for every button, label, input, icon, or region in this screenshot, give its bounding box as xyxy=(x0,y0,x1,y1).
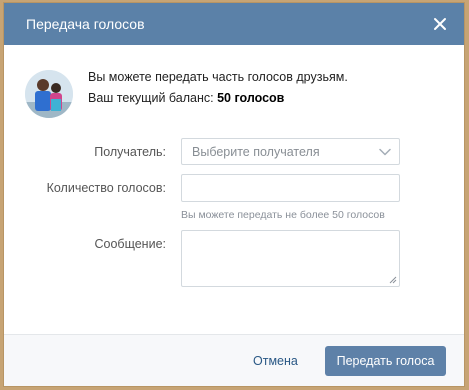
recipient-select[interactable]: Выберите получателя xyxy=(181,138,400,165)
close-icon xyxy=(434,18,446,30)
dialog-footer: Отмена Передать голоса xyxy=(4,334,464,386)
count-hint: Вы можете передать не более 50 голосов xyxy=(181,209,385,221)
chevron-down-icon xyxy=(379,148,391,156)
balance-value: 50 голосов xyxy=(217,91,285,105)
cancel-button[interactable]: Отмена xyxy=(253,354,298,368)
resize-grip-icon[interactable] xyxy=(389,276,397,284)
dialog-header: Передача голосов xyxy=(4,3,464,45)
user-avatar xyxy=(25,70,73,118)
message-textarea[interactable] xyxy=(181,230,400,287)
recipient-label: Получатель: xyxy=(94,145,166,159)
message-label: Сообщение: xyxy=(94,237,167,251)
close-button[interactable] xyxy=(430,14,450,34)
dialog-title: Передача голосов xyxy=(26,16,145,32)
recipient-placeholder: Выберите получателя xyxy=(192,145,320,159)
vote-transfer-dialog: Передача голосов Вы можете передать част… xyxy=(3,2,465,387)
vote-count-input[interactable] xyxy=(181,174,400,202)
balance-line: Ваш текущий баланс: 50 голосов xyxy=(88,91,284,106)
balance-label: Ваш текущий баланс: xyxy=(88,91,218,105)
submit-button[interactable]: Передать голоса xyxy=(325,346,446,376)
info-text: Вы можете передать часть голосов друзьям… xyxy=(88,70,348,84)
count-label: Количество голосов: xyxy=(46,181,166,195)
